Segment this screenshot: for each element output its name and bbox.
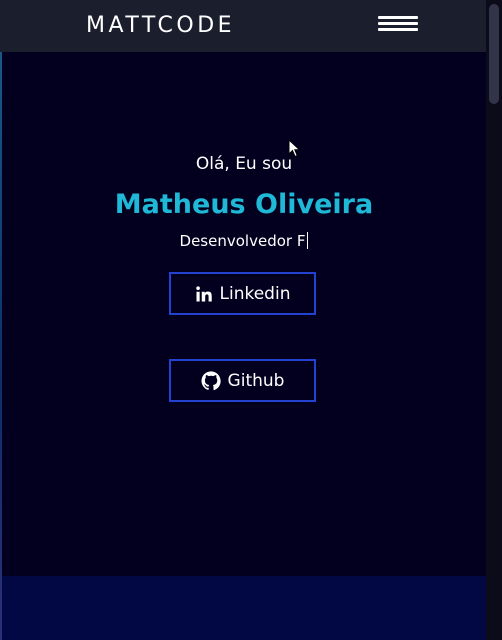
hero-role: Desenvolvedor F [2, 230, 486, 252]
brand-logo[interactable]: MATTCODE [86, 10, 235, 42]
hamburger-line [378, 28, 418, 31]
github-button-label: Github [227, 370, 285, 391]
linkedin-button[interactable]: Linkedin [169, 272, 316, 315]
hero-section: Olá, Eu sou Matheus Oliveira Desenvolved… [2, 52, 486, 576]
hamburger-menu-icon[interactable] [378, 16, 418, 34]
github-button[interactable]: Github [169, 359, 316, 402]
typing-caret [307, 232, 309, 249]
github-icon [201, 370, 221, 391]
mouse-pointer-icon [288, 138, 302, 159]
hamburger-line [378, 16, 418, 19]
page-frame: MATTCODE Olá, Eu sou Matheus Oliveira De… [0, 0, 502, 640]
linkedin-icon [195, 285, 213, 303]
site-header: MATTCODE [0, 0, 486, 52]
hamburger-line [378, 22, 418, 25]
next-section-band [2, 576, 486, 640]
hero-greeting: Olá, Eu sou [195, 154, 293, 174]
page-scrollbar[interactable] [486, 0, 502, 640]
hero-role-text: Desenvolvedor F [179, 232, 306, 250]
scrollbar-thumb[interactable] [489, 4, 499, 104]
linkedin-button-label: Linkedin [219, 283, 291, 304]
hero-name: Matheus Oliveira [114, 189, 374, 220]
